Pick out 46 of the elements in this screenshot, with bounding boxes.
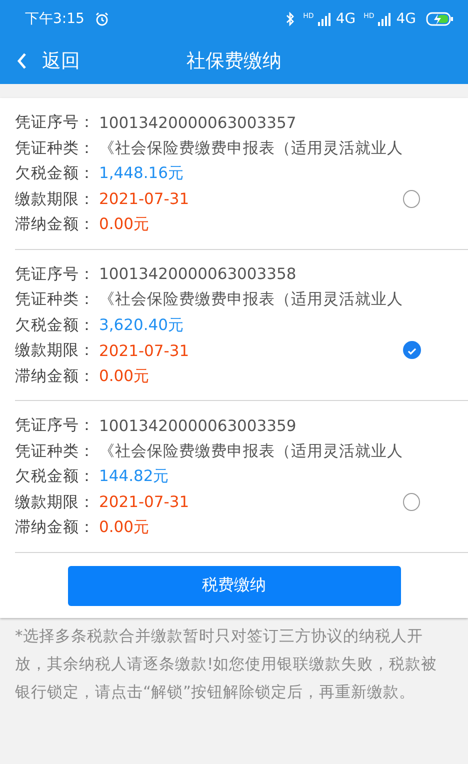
field-label: 缴款期限： [15,188,96,210]
field-label: 滞纳金额： [15,214,96,236]
notice-text: *选择多条税款合并缴款暂时只对签订三方协议的纳税人开放，其余纳税人请逐条缴款!如您使用银联缴款失败，税款被银行锁定，请点击“解锁”按钮解除锁定后，再重新缴款。 [14,626,438,702]
field-value: 0.00元 [99,517,150,538]
bluetooth-icon [285,11,296,27]
field-value: 《社会保险费缴费申报表（适用灵活就业人 [99,440,403,462]
alarm-icon [94,11,110,27]
signal-icon [318,12,332,26]
field-value: 《社会保险费缴费申报表（适用灵活就业人 [99,138,403,159]
field-label: 凭证种类： [15,289,96,310]
field-label: 缴款期限： [15,492,96,513]
field-label: 凭证序号： [15,415,96,436]
field-label: 凭证种类： [15,440,96,462]
field-value: 1,448.16元 [99,163,184,184]
select-radio[interactable] [403,492,420,511]
field-value: 144.82元 [99,466,170,488]
field-label: 凭证序号： [15,264,96,285]
field-label: 缴款期限： [15,340,96,362]
field-value: 0.00元 [99,214,150,236]
back-chevron-icon [16,52,28,70]
field-value: 10013420000063003357 [99,114,296,132]
field-value: 2021-07-31 [99,190,190,208]
field-value: 《社会保险费缴费申报表（适用灵活就业人 [99,289,403,310]
field-label: 欠税金额： [15,163,96,184]
field-value: 10013420000063003358 [99,265,296,284]
network-label: 4G [396,11,416,27]
battery-charging-icon [426,12,454,26]
page-title: 社保费缴纳 [186,49,282,74]
field-value: 3,620.40元 [99,314,184,336]
field-value: 2021-07-31 [99,342,190,360]
field-label: 滞纳金额： [15,366,96,387]
pay-button[interactable]: 税费缴纳 [68,566,400,606]
field-value: 10013420000063003359 [99,416,296,435]
status-time: 下午3:15 [25,10,84,28]
select-radio[interactable] [403,190,420,208]
field-label: 欠税金额： [15,466,96,488]
network-label: 4G [336,11,356,27]
back-button[interactable]: 返回 [0,48,80,74]
field-value: 0.00元 [99,366,150,387]
field-label: 凭证种类： [15,138,96,159]
field-value: 2021-07-31 [99,493,190,512]
select-radio[interactable] [403,341,421,360]
signal-icon [378,12,392,26]
field-label: 凭证序号： [15,112,96,134]
field-label: 欠税金额： [15,314,96,336]
field-label: 滞纳金额： [15,517,96,538]
